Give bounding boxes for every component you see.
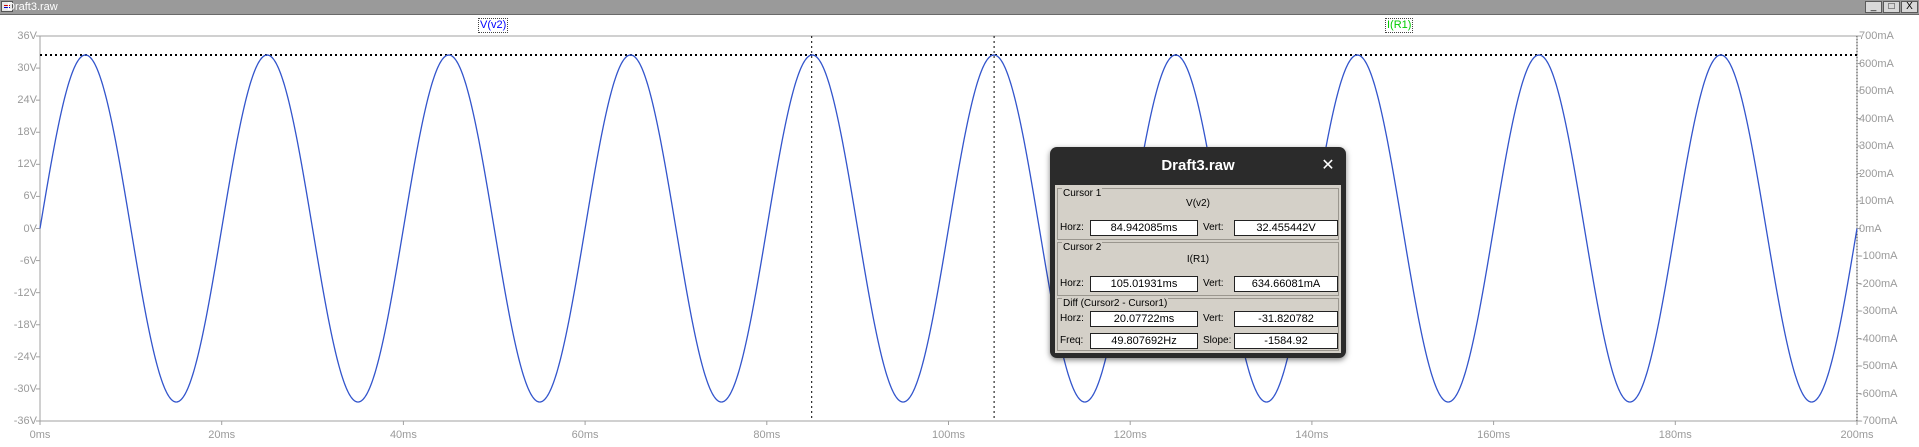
cursor2-vert-field[interactable]: 634.66081mA <box>1234 276 1338 292</box>
left-axis-tick-label: 12V <box>17 158 37 171</box>
right-axis-tick-label: -400mA <box>1859 332 1898 345</box>
right-axis-tick-label: -700mA <box>1859 415 1898 427</box>
dialog-close-icon[interactable]: ✕ <box>1320 158 1336 174</box>
cursor2-horz-field[interactable]: 105.01931ms <box>1090 276 1198 292</box>
left-axis-tick-label: -18V <box>13 318 37 331</box>
right-axis-tick-label: 100mA <box>1859 195 1894 207</box>
cursor1-trace-name: V(v2) <box>1186 198 1210 209</box>
cursor2-group: Cursor 2 I(R1) Horz: 105.01931ms Vert: 6… <box>1057 242 1339 296</box>
diff-group-title: Diff (Cursor2 - Cursor1) <box>1062 298 1169 309</box>
minimize-button[interactable]: _ <box>1865 1 1882 13</box>
left-axis-tick-label: 0V <box>23 222 37 235</box>
diff-vert-field[interactable]: -31.820782 <box>1234 311 1338 327</box>
cursor2-horz-label: Horz: <box>1060 278 1084 289</box>
left-axis-tick-label: 30V <box>17 62 37 75</box>
cursor1-vert-field[interactable]: 32.455442V <box>1234 220 1338 236</box>
left-axis-tick-label: -24V <box>13 350 37 363</box>
diff-horz-label: Horz: <box>1060 313 1084 324</box>
dialog-body: Cursor 1 V(v2) Horz: 84.942085ms Vert: 3… <box>1055 185 1341 353</box>
diff-group: Diff (Cursor2 - Cursor1) Horz: 20.07722m… <box>1057 298 1339 351</box>
trace-label-v-v2[interactable]: V(v2) <box>478 18 509 33</box>
diff-horz-field[interactable]: 20.07722ms <box>1090 311 1198 327</box>
right-axis-tick-label: 500mA <box>1859 85 1894 97</box>
left-axis-tick-label: 24V <box>17 94 37 107</box>
cursor-dialog[interactable]: Draft3.raw ✕ Cursor 1 V(v2) Horz: 84.942… <box>1050 147 1346 358</box>
left-axis-tick-label: -12V <box>13 286 37 299</box>
waveform-plot[interactable] <box>0 15 1919 447</box>
left-axis-tick-label: 18V <box>17 126 37 139</box>
diff-vert-label: Vert: <box>1203 313 1224 324</box>
waveform-trace-v-v2 <box>39 54 1858 403</box>
diff-slope-label: Slope: <box>1203 335 1232 346</box>
right-axis-tick-label: -600mA <box>1859 387 1898 400</box>
right-axis-tick-label: 0mA <box>1859 222 1882 235</box>
x-axis-tick-label: 100ms <box>931 429 966 441</box>
x-axis-tick-label: 60ms <box>571 429 599 441</box>
left-axis-tick-label: -6V <box>19 254 37 267</box>
right-axis-tick-label: 700mA <box>1859 30 1894 42</box>
left-axis-tick-label: 6V <box>23 190 37 203</box>
cursor2-group-title: Cursor 2 <box>1062 242 1103 253</box>
diff-freq-field[interactable]: 49.807692Hz <box>1090 333 1198 349</box>
cursor2-trace-name: I(R1) <box>1186 254 1210 265</box>
cursor1-group: Cursor 1 V(v2) Horz: 84.942085ms Vert: 3… <box>1057 188 1339 240</box>
x-axis-tick-label: 200ms <box>1840 429 1874 441</box>
right-axis-tick-label: 200mA <box>1859 167 1894 180</box>
x-axis-tick-label: 20ms <box>208 429 236 441</box>
dialog-title: Draft3.raw <box>1161 157 1235 174</box>
left-axis-tick-label: 36V <box>17 30 37 42</box>
right-axis-tick-label: -200mA <box>1859 277 1898 290</box>
x-axis-tick-label: 40ms <box>389 429 417 441</box>
cursor1-vert-label: Vert: <box>1203 222 1224 233</box>
window-titlebar[interactable]: Draft3.raw _ □ X <box>0 0 1919 15</box>
x-axis-tick-label: 80ms <box>753 429 781 441</box>
x-axis-tick-label: 160ms <box>1477 429 1511 441</box>
left-axis-tick-label: -30V <box>13 382 37 395</box>
x-axis-tick-label: 120ms <box>1113 429 1147 441</box>
cursor1-horz-label: Horz: <box>1060 222 1084 233</box>
cursor2-vert-label: Vert: <box>1203 278 1224 289</box>
maximize-button[interactable]: □ <box>1883 1 1900 13</box>
right-axis-tick-label: 600mA <box>1859 57 1894 70</box>
window-title: Draft3.raw <box>7 1 58 13</box>
close-button[interactable]: X <box>1901 1 1918 13</box>
x-axis-tick-label: 0ms <box>29 429 51 441</box>
x-axis-tick-label: 140ms <box>1295 429 1329 441</box>
right-axis-tick-label: 300mA <box>1859 140 1894 152</box>
window-controls: _ □ X <box>1865 0 1918 14</box>
right-axis-tick-label: -100mA <box>1859 250 1898 262</box>
right-axis-tick-label: -500mA <box>1859 360 1898 372</box>
x-axis-tick-label: 180ms <box>1658 429 1692 441</box>
trace-label-i-r1[interactable]: I(R1) <box>1385 18 1414 33</box>
left-axis-tick-label: -36V <box>13 415 37 427</box>
diff-freq-label: Freq: <box>1060 335 1084 346</box>
diff-slope-field[interactable]: -1584.92 <box>1234 333 1338 349</box>
right-axis-tick-label: -300mA <box>1859 305 1898 317</box>
right-axis-tick-label: 400mA <box>1859 112 1894 125</box>
cursor1-horz-field[interactable]: 84.942085ms <box>1090 220 1198 236</box>
